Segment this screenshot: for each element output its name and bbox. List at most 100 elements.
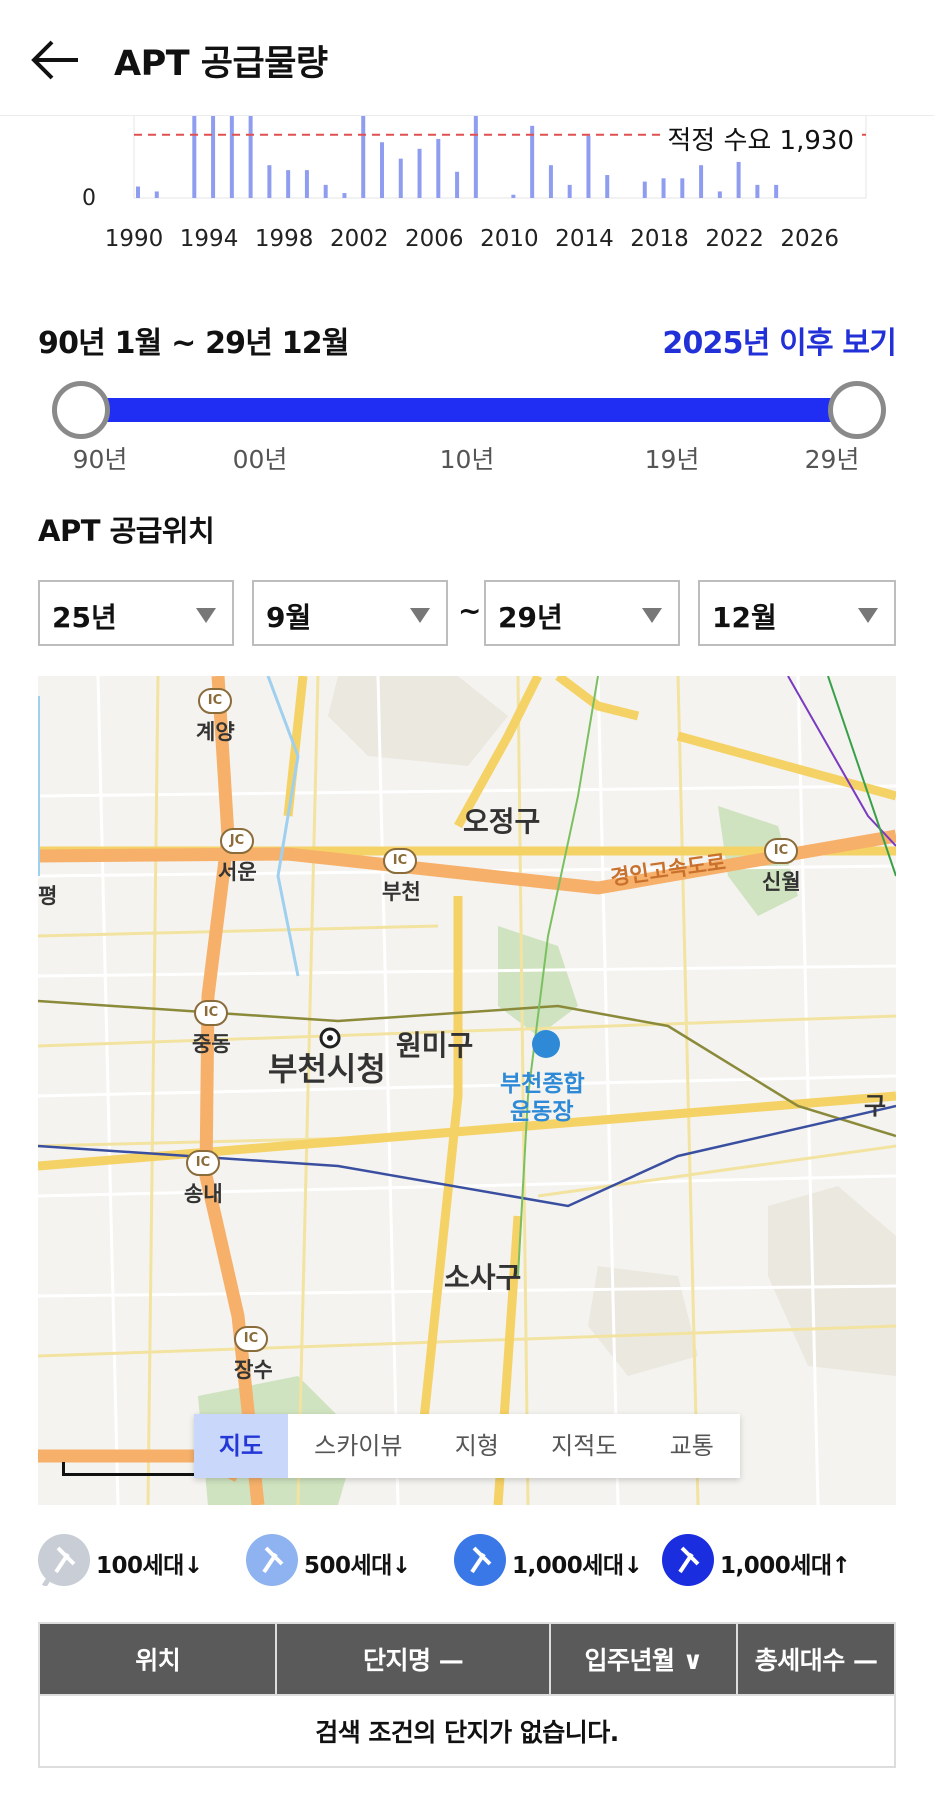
ic-name-jungdong: 중동 (192, 1032, 231, 1056)
y-tick-0: 0 (82, 186, 96, 211)
bar-1998 (286, 170, 291, 198)
bar-1994 (211, 116, 216, 198)
from-year-value: 25년 (52, 601, 117, 634)
empty-result-message: 검색 조건의 단지가 없습니다. (38, 1694, 896, 1768)
after-2025-link[interactable]: 2025년 이후 보기 (662, 318, 896, 362)
map-view[interactable]: 오정구 부천시청 원미구 소사구 부천종합 운동장 경인고속도로 구 IC 계양… (38, 676, 896, 1505)
x-tick-2002: 2002 (329, 226, 389, 252)
map-tab-map[interactable]: 지도 (194, 1414, 288, 1478)
dropdown-arrow-icon (196, 608, 216, 623)
x-tick-2006: 2006 (405, 226, 464, 252)
map-label-bucheon-city-hall: 부천시청 (268, 1050, 386, 1088)
legend-label: 1,000세대↑ (720, 1553, 851, 1579)
x-tick-2022: 2022 (705, 226, 764, 252)
supply-chart: 0 적정 수요 1,930 1990 1994 1998 2002 2006 2010 20… (0, 113, 934, 266)
bar-2007 (455, 171, 460, 198)
bar-2003 (380, 142, 384, 198)
col-header-complex-name[interactable]: 단지명 — (275, 1622, 551, 1696)
bar-1990 (136, 186, 140, 198)
bar-2022 (736, 161, 741, 198)
to-month-select[interactable]: 12월 (698, 580, 896, 646)
ic-marker-icon: IC (764, 838, 798, 864)
bar-2024 (774, 184, 779, 198)
from-year-select[interactable]: 25년 (38, 580, 234, 646)
x-tick-2010: 2010 (480, 226, 539, 252)
dropdown-arrow-icon (642, 608, 662, 623)
map-label-sosa: 소사구 (444, 1261, 522, 1294)
map-tab-skyview[interactable]: 스카이뷰 (288, 1414, 429, 1478)
bar-2000 (323, 184, 328, 198)
x-tick-2014: 2014 (555, 226, 614, 252)
bar-2021 (717, 191, 722, 198)
ic-name-bucheon: 부천 (382, 880, 421, 904)
x-tick-2026: 2026 (780, 226, 839, 252)
ic-name-edge-pyeong: 평 (38, 884, 58, 908)
bar-2013 (567, 184, 572, 198)
slider-tick-29: 29년 (804, 445, 860, 474)
legend-label: 500세대↓ (304, 1553, 411, 1579)
bar-1996 (248, 116, 253, 198)
map-label-stadium-2: 운동장 (510, 1099, 574, 1125)
demand-reference-label: 적정 수요 1,930 (665, 120, 856, 157)
back-arrow-icon[interactable] (28, 36, 84, 84)
complex-table: 위치 단지명 — 입주년월 ∨ 총세대수 — 검색 조건의 단지가 없습니다. (37, 1622, 896, 1768)
x-tick-1990: 1990 (104, 226, 164, 252)
from-month-select[interactable]: 9월 (252, 580, 448, 646)
jc-marker-icon: JC (220, 828, 254, 854)
bar-2001 (342, 193, 347, 198)
ic-marker-icon: IC (194, 1000, 228, 1026)
slider-start-handle[interactable] (52, 381, 110, 439)
map-scale-bar (62, 1462, 198, 1476)
map-tab-terrain[interactable]: 지형 (429, 1414, 525, 1478)
page-title: APT 공급물량 (114, 44, 328, 84)
slider-tick-90: 90년 (72, 445, 128, 474)
bar-2019 (680, 178, 685, 198)
slider-end-handle[interactable] (828, 381, 886, 439)
hammer-pin-icon (38, 1534, 90, 1586)
app-header: APT 공급물량 (0, 0, 934, 116)
bar-2004 (398, 158, 403, 198)
year-range-slider-track[interactable] (80, 398, 857, 422)
hammer-pin-icon (454, 1534, 506, 1586)
from-month-value: 9월 (266, 601, 312, 634)
hammer-pin-icon (246, 1534, 298, 1586)
bar-2017 (642, 181, 647, 198)
map-type-tabs: 지도 스카이뷰 지형 지적도 교통 (194, 1414, 740, 1478)
dropdown-arrow-icon (858, 608, 878, 623)
col-header-location[interactable]: 위치 (37, 1622, 278, 1696)
bar-1993 (192, 116, 197, 198)
ic-marker-icon: IC (198, 688, 232, 714)
ic-marker-icon: IC (234, 1326, 268, 1352)
ic-marker-icon: IC (383, 848, 417, 874)
col-header-move-in[interactable]: 입주년월 ∨ (548, 1622, 739, 1696)
slider-tick-00: 00년 (232, 445, 288, 474)
x-tick-2018: 2018 (630, 226, 689, 252)
bar-2023 (755, 184, 760, 198)
x-tick-1998: 1998 (254, 226, 314, 252)
bar-2008 (473, 116, 478, 198)
bar-1999 (304, 170, 309, 198)
map-label-edge-gu: 구 (864, 1092, 887, 1120)
ic-name-songnae: 송내 (184, 1182, 223, 1206)
bar-1997 (267, 165, 272, 198)
ic-name-jangsu: 장수 (234, 1358, 273, 1382)
range-tilde: ~ (458, 594, 482, 627)
bar-2005 (417, 148, 422, 198)
bar-2014 (586, 135, 591, 198)
ic-marker-icon: IC (186, 1150, 220, 1176)
bar-2011 (530, 125, 535, 198)
to-year-select[interactable]: 29년 (484, 580, 680, 646)
bar-2002 (361, 116, 366, 198)
x-tick-1994: 1994 (179, 226, 239, 252)
slider-tick-19: 19년 (644, 445, 700, 474)
map-tab-cadastral[interactable]: 지적도 (525, 1414, 644, 1478)
bar-1995 (229, 116, 234, 198)
slider-tick-10: 10년 (439, 445, 495, 474)
bar-2018 (661, 178, 666, 198)
map-tab-traffic[interactable]: 교통 (644, 1414, 740, 1478)
legend-label: 1,000세대↓ (512, 1553, 643, 1579)
col-header-total-units[interactable]: 총세대수 — (736, 1622, 896, 1696)
bar-2010 (511, 194, 516, 198)
ic-name-seoun: 서운 (218, 860, 257, 884)
hammer-pin-icon (662, 1534, 714, 1586)
